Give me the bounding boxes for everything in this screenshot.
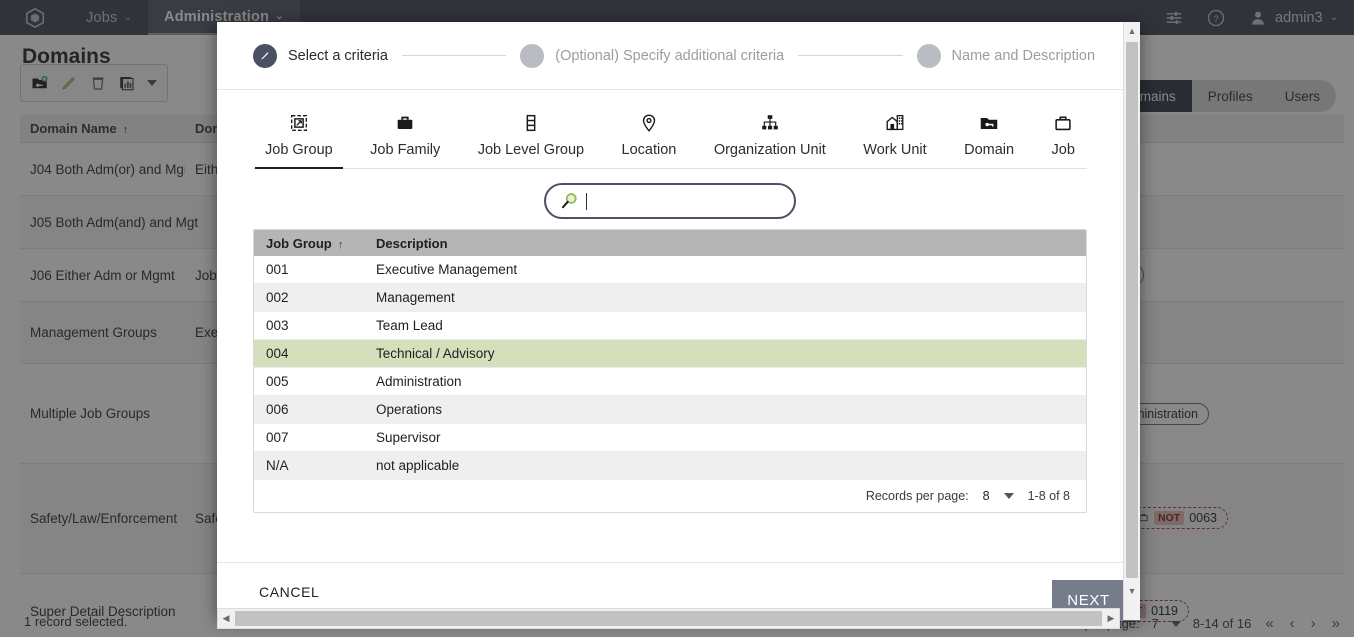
search-magnifier-icon — [561, 193, 577, 209]
scroll-up-button[interactable]: ▲ — [1124, 22, 1140, 39]
cell-job-group-code: 005 — [266, 374, 289, 389]
cell-job-group-description: Technical / Advisory — [376, 346, 495, 361]
search-input[interactable] — [544, 183, 796, 219]
chevron-down-icon[interactable] — [1003, 493, 1014, 499]
step-connector — [401, 55, 507, 56]
scroll-right-button[interactable]: ▶ — [1103, 613, 1119, 624]
scrollbar-thumb[interactable] — [235, 611, 1102, 626]
step-dot-icon — [916, 43, 941, 68]
criteria-tab-label: Job Level Group — [477, 142, 585, 158]
text-cursor — [586, 192, 587, 210]
job-group-table-header: Job Group ↑ Description — [254, 230, 1086, 256]
search-row — [253, 169, 1087, 229]
table-row[interactable]: 001 Executive Management — [254, 256, 1086, 284]
criteria-tab-label: Job — [1051, 142, 1075, 158]
briefcase-icon — [397, 116, 413, 129]
criteria-tab-domain[interactable]: Domain — [954, 112, 1024, 168]
step-connector — [798, 55, 903, 56]
column-header-description[interactable]: Description — [370, 236, 1086, 251]
column-header-job-group[interactable]: Job Group ↑ — [254, 236, 370, 251]
table-row-selected[interactable]: 004 Technical / Advisory — [254, 340, 1086, 368]
cell-job-group-code: 006 — [266, 402, 289, 417]
horizontal-scrollbar[interactable]: ◀ ▶ — [217, 608, 1120, 629]
wizard-step-3[interactable]: Name and Description — [916, 43, 1096, 68]
cell-job-group-description: Executive Management — [376, 262, 518, 277]
criteria-tab-work-unit[interactable]: Work Unit — [853, 112, 936, 168]
table-row[interactable]: 005 Administration — [254, 368, 1086, 396]
folder-key-icon — [980, 117, 998, 129]
criteria-tab-label: Job Group — [265, 142, 333, 158]
table-row[interactable]: 003 Team Lead — [254, 312, 1086, 340]
wizard-step-1[interactable]: Select a criteria — [253, 43, 388, 68]
table-row[interactable]: N/A not applicable — [254, 452, 1086, 480]
criteria-tab-label: Job Family — [370, 142, 441, 158]
records-per-page-value[interactable]: 8 — [983, 489, 990, 503]
wizard-step-3-label: Name and Description — [951, 47, 1096, 64]
criteria-tab-location[interactable]: Location — [612, 112, 687, 168]
org-chart-icon — [762, 115, 778, 130]
cell-job-group-code: 007 — [266, 430, 289, 445]
scrollbar-thumb[interactable] — [1126, 42, 1138, 578]
pagination-range: 1-8 of 8 — [1027, 489, 1070, 503]
criteria-wizard-dialog: Select a criteria (Optional) Specify add… — [217, 22, 1140, 621]
wizard-step-indicator: Select a criteria (Optional) Specify add… — [217, 22, 1123, 90]
wizard-step-2-label: (Optional) Specify additional criteria — [555, 47, 785, 64]
building-icon — [886, 115, 904, 131]
cell-job-group-code: 004 — [266, 346, 289, 361]
cell-job-group-code: 001 — [266, 262, 289, 277]
levels-icon — [526, 114, 536, 132]
criteria-tab-job-level-group[interactable]: Job Level Group — [468, 112, 594, 168]
location-pin-icon — [642, 114, 656, 132]
cell-job-group-description: not applicable — [376, 458, 460, 473]
cell-job-group-code: 003 — [266, 318, 289, 333]
pencil-circle-icon — [253, 43, 277, 68]
cell-job-group-description: Supervisor — [376, 430, 441, 445]
wizard-step-1-label: Select a criteria — [288, 47, 388, 64]
dialog-vertical-scrollbar[interactable]: ▲ ▼ — [1123, 22, 1140, 620]
cell-job-group-description: Operations — [376, 402, 443, 417]
step-dot-icon — [520, 43, 545, 68]
criteria-tab-organization-unit[interactable]: Organization Unit — [704, 112, 836, 168]
table-row[interactable]: 002 Management — [254, 284, 1086, 312]
records-per-page-label: Records per page: — [865, 489, 969, 503]
criteria-tab-label: Organization Unit — [713, 142, 826, 158]
cell-job-group-code: 002 — [266, 290, 289, 305]
cell-job-group-description: Management — [376, 290, 455, 305]
job-group-table: Job Group ↑ Description 001 Executive Man… — [253, 229, 1087, 513]
scroll-down-button[interactable]: ▼ — [1124, 582, 1140, 599]
wizard-step-2[interactable]: (Optional) Specify additional criteria — [520, 43, 785, 68]
sort-ascending-icon: ↑ — [337, 238, 344, 251]
cell-job-group-description: Team Lead — [376, 318, 443, 333]
dialog-body: Job Group Job Family Job Level Group Loc… — [217, 90, 1123, 562]
table-row[interactable]: 007 Supervisor — [254, 424, 1086, 452]
cancel-button[interactable]: CANCEL — [253, 583, 325, 601]
screen-root: Jobs ⌄ Administration ⌄ ? — [0, 0, 1354, 637]
scroll-left-button[interactable]: ◀ — [218, 613, 234, 624]
table-pagination: Records per page: 8 1-8 of 8 — [254, 480, 1086, 512]
criteria-tab-label: Domain — [964, 142, 1015, 158]
criteria-tab-job[interactable]: Job — [1042, 112, 1085, 168]
job-group-icon — [290, 114, 307, 132]
table-row[interactable]: 006 Operations — [254, 396, 1086, 424]
criteria-tab-job-family[interactable]: Job Family — [360, 112, 450, 168]
criteria-tab-bar: Job Group Job Family Job Level Group Loc… — [253, 90, 1087, 169]
criteria-tab-job-group[interactable]: Job Group — [255, 112, 343, 169]
cell-job-group-code: N/A — [266, 458, 289, 473]
job-briefcase-icon — [1055, 116, 1071, 131]
cell-job-group-description: Administration — [376, 374, 462, 389]
criteria-tab-label: Work Unit — [863, 142, 927, 158]
criteria-tab-label: Location — [621, 142, 677, 158]
